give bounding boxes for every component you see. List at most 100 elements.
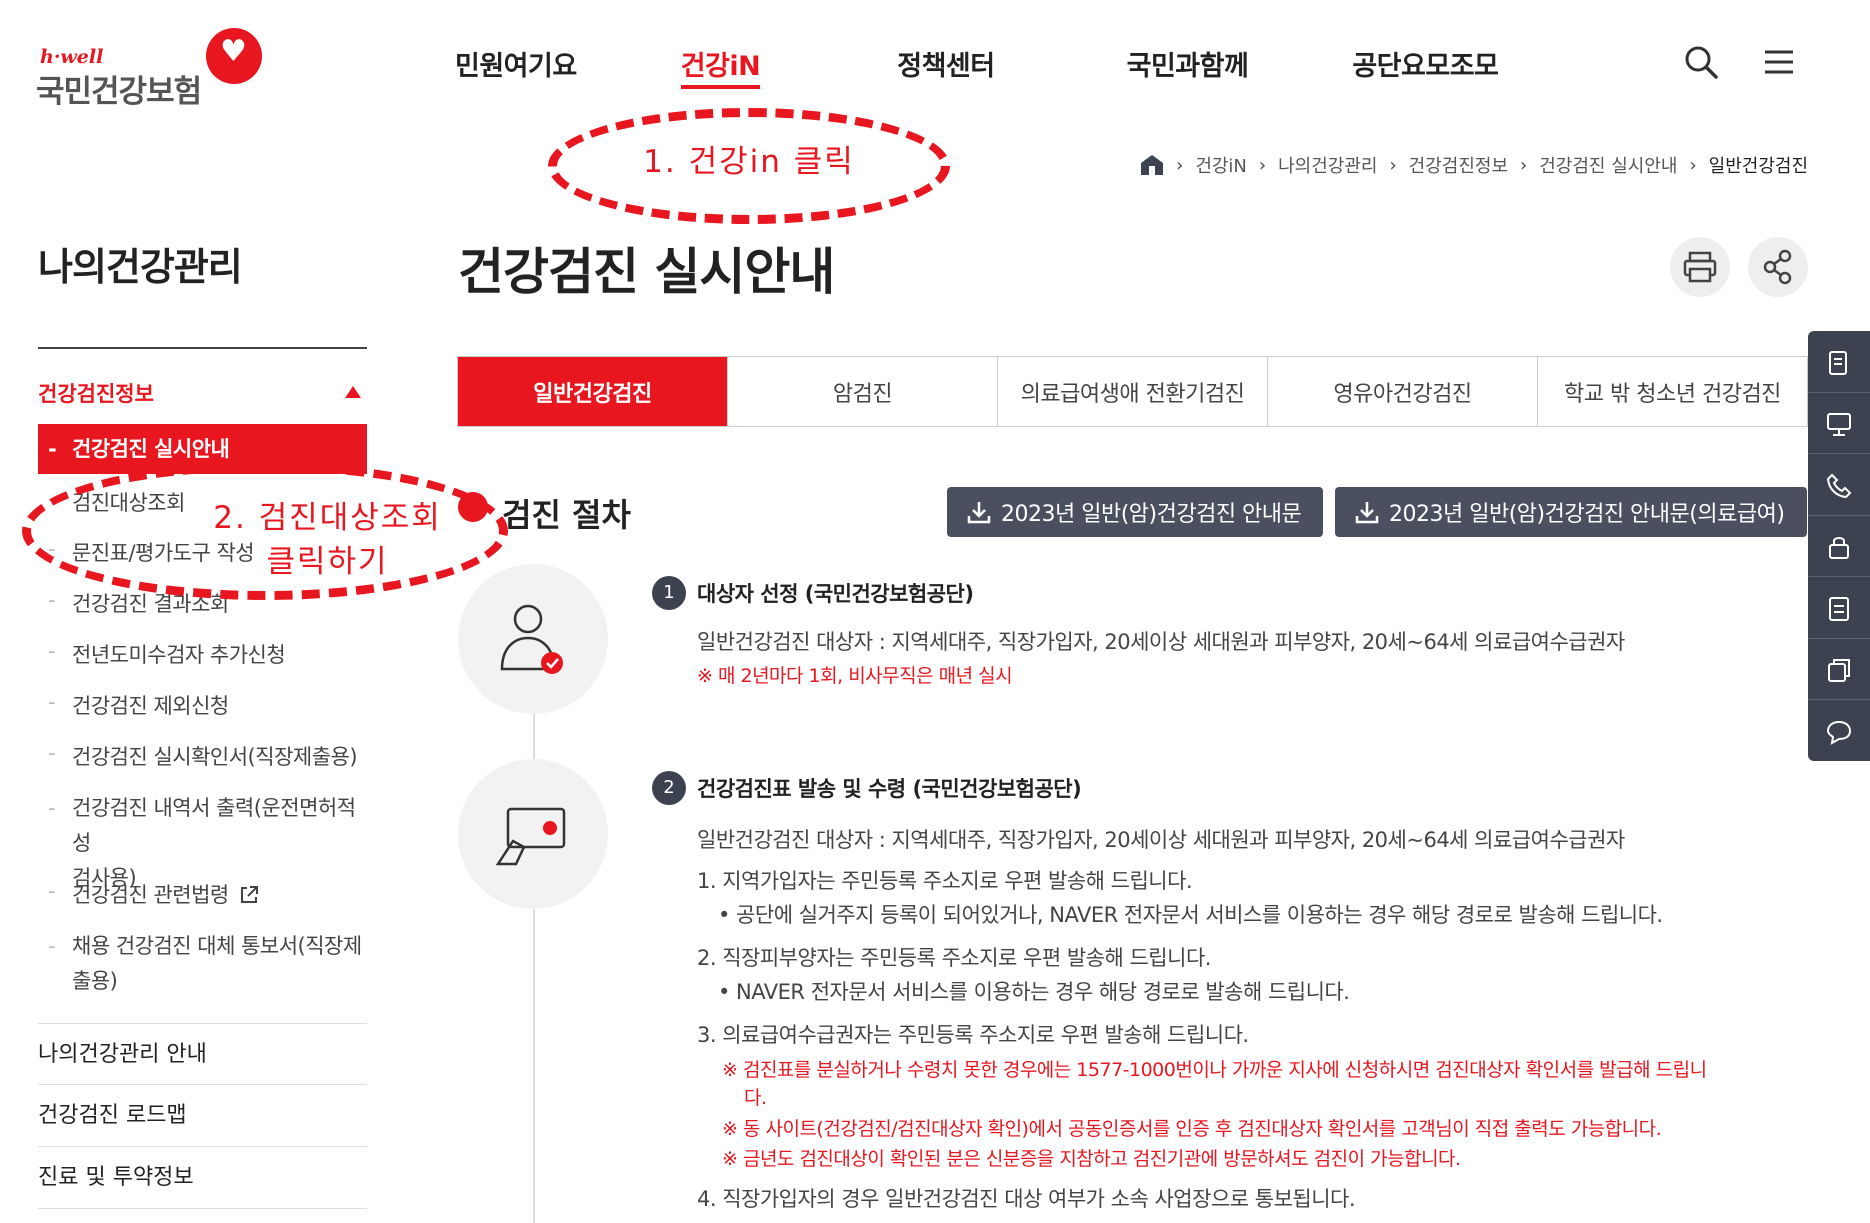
sidebar-menu-health-guide[interactable]: 나의건강관리 안내 <box>38 1023 367 1085</box>
dash-icon: - <box>48 639 56 663</box>
nav-health-in[interactable]: 건강iN <box>680 44 761 89</box>
sidebar-title: 나의건강관리 <box>38 245 243 289</box>
nav-with-people[interactable]: 국민과함께 <box>1127 44 1249 89</box>
chat-icon[interactable] <box>1824 717 1854 747</box>
triangle-up-icon <box>345 386 361 398</box>
step2-heading: 건강검진표 발송 및 수령 (국민건강보험공단) <box>697 777 1082 801</box>
tab-out-of-school-youth[interactable]: 학교 밖 청소년 건강검진 <box>1537 357 1807 426</box>
tab-cancer-checkup[interactable]: 암검진 <box>727 357 997 426</box>
sidebar-item-label: 건강검진 실시안내 <box>72 437 230 461</box>
dash-icon: - <box>48 796 56 820</box>
sidebar-group-label: 건강검진정보 <box>38 382 154 406</box>
dash-icon: - <box>48 741 56 765</box>
copy-icon[interactable] <box>1824 655 1854 685</box>
sidebar-item-exclusion-request[interactable]: - 건강검진 제외신청 <box>38 690 367 720</box>
breadcrumb-item[interactable]: 건강iN <box>1195 152 1247 178</box>
divider <box>1808 576 1870 577</box>
sidebar-item-confirmation[interactable]: - 건강검진 실시확인서(직장제출용) <box>38 741 367 771</box>
form-icon[interactable] <box>1824 594 1854 624</box>
lock-icon[interactable] <box>1824 532 1854 562</box>
step2-note1: ※ 검진표를 분실하거나 수령치 못한 경우에는 1577-1000번이나 가까… <box>722 1059 1707 1081</box>
divider <box>1808 699 1870 700</box>
step-number: 2 <box>652 771 686 805</box>
download-guide-medical-aid-label: 2023년 일반(암)건강검진 안내문(의료급여) <box>1389 502 1785 527</box>
share-icon <box>1763 249 1792 285</box>
section-title-text: 검진 절차 <box>502 496 631 534</box>
home-icon[interactable] <box>1140 154 1164 176</box>
download-icon <box>1355 502 1379 524</box>
document-icon[interactable] <box>1824 348 1854 378</box>
divider <box>1808 515 1870 516</box>
dash-icon: - <box>48 934 56 958</box>
sidebar-menu-treatment-info[interactable]: 진료 및 투약정보 <box>38 1147 367 1209</box>
nav-minwon[interactable]: 민원여기요 <box>455 44 577 89</box>
print-icon <box>1683 251 1717 283</box>
step1-note: ※ 매 2년마다 1회, 비사무직은 매년 실시 <box>697 665 1013 687</box>
sidebar-item-label: 채용 건강검진 대체 통보서(직장제 <box>72 934 362 958</box>
breadcrumb-item[interactable]: 건강검진 실시안내 <box>1539 152 1677 178</box>
step2-item4: 4. 직장가입자의 경우 일반건강검진 대상 여부가 소속 사업장으로 통보됩니… <box>697 1187 1356 1211</box>
person-check-icon <box>500 604 563 674</box>
sidebar-item-related-law[interactable]: - 건강검진 관련법령 <box>38 879 367 909</box>
sidebar-item-label: 건강검진 실시확인서(직장제출용) <box>72 745 358 769</box>
breadcrumb-item[interactable]: 나의건강관리 <box>1278 152 1377 178</box>
step2-illustration <box>458 759 608 909</box>
download-guide-medical-aid-button[interactable]: 2023년 일반(암)건강검진 안내문(의료급여) <box>1335 487 1807 537</box>
step2-note1-cont: 다. <box>744 1087 767 1109</box>
step2-note2: ※ 동 사이트(건강검진/검진대상자 확인)에서 공동인증서를 인증 후 검진대… <box>722 1118 1662 1140</box>
search-icon[interactable] <box>1683 44 1719 80</box>
annotation-text-1: 1. 건강in 클릭 <box>643 144 855 180</box>
quick-menu <box>1808 331 1870 761</box>
divider <box>1808 638 1870 639</box>
annotation-text-2: 2. 검진대상조회 클릭하기 <box>200 496 455 584</box>
download-guide-label: 2023년 일반(암)건강검진 안내문 <box>1001 502 1302 527</box>
sidebar-menu-roadmap[interactable]: 건강검진 로드맵 <box>38 1085 367 1147</box>
tab-general-checkup[interactable]: 일반건강검진 <box>458 357 727 426</box>
phone-icon[interactable] <box>1824 471 1854 501</box>
nav-about[interactable]: 공단요모조모 <box>1352 44 1499 89</box>
divider <box>1808 392 1870 393</box>
checkup-tabs: 일반건강검진 암검진 의료급여생애 전환기검진 영유아건강검진 학교 밖 청소년… <box>457 356 1808 427</box>
chevron-right-icon: › <box>1689 154 1697 176</box>
dash-icon: - <box>48 588 56 612</box>
step2-item3: 3. 의료급여수급권자는 주민등록 주소지로 우편 발송해 드립니다. <box>697 1023 1249 1047</box>
step2-item2: 2. 직장피부양자는 주민등록 주소지로 우편 발송해 드립니다. <box>697 946 1211 970</box>
chevron-right-icon: › <box>1520 154 1528 176</box>
external-link-icon <box>240 886 258 903</box>
divider <box>38 347 367 349</box>
monitor-icon[interactable] <box>1824 409 1854 439</box>
heart-logo-icon <box>206 28 262 84</box>
site-logo[interactable]: h·well 국민건강보험 <box>36 28 262 110</box>
sidebar-item-label: 건강검진 내역서 출력(운전면허적성 <box>72 796 356 855</box>
sidebar-item-label: 건강검진 관련법령 <box>72 883 229 907</box>
annotation-text-2-line1: 2. 검진대상조회 <box>213 500 442 536</box>
step2-item1: 1. 지역가입자는 주민등록 주소지로 우편 발송해 드립니다. <box>697 869 1193 893</box>
annotation-text-2-line2: 클릭하기 <box>266 544 389 580</box>
chevron-right-icon: › <box>1258 154 1267 176</box>
dash-icon: - <box>48 879 56 903</box>
step2-item2-bullet: • NAVER 전자문서 서비스를 이용하는 경우 해당 경로로 발송해 드립니… <box>718 980 1350 1004</box>
sidebar-item-additional-request[interactable]: - 전년도미수검자 추가신청 <box>38 639 367 669</box>
download-guide-button[interactable]: 2023년 일반(암)건강검진 안내문 <box>947 487 1323 537</box>
breadcrumb-current: 일반건강검진 <box>1708 156 1808 177</box>
tab-medical-aid-transition[interactable]: 의료급여생애 전환기검진 <box>997 357 1267 426</box>
sidebar-item-label: 전년도미수검자 추가신청 <box>72 643 286 667</box>
page-title: 건강검진 실시안내 <box>458 243 835 301</box>
sidebar-group-health-checkup[interactable]: 건강검진정보 <box>38 378 367 408</box>
logo-tag: h·well <box>40 46 104 68</box>
step2-item1-bullet: • 공단에 실거주지 등록이 되어있거나, NAVER 전자문서 서비스를 이용… <box>718 903 1663 927</box>
dash-icon: - <box>48 690 56 714</box>
sidebar-item-employment-report[interactable]: - 채용 건강검진 대체 통보서(직장제 출용) <box>38 929 367 999</box>
tab-infant-checkup[interactable]: 영유아건강검진 <box>1267 357 1537 426</box>
nav-policy-center[interactable]: 정책센터 <box>897 44 995 89</box>
print-button[interactable] <box>1670 237 1730 297</box>
divider <box>1808 453 1870 454</box>
download-icon <box>967 502 991 524</box>
breadcrumb-item[interactable]: 건강검진정보 <box>1409 152 1508 178</box>
menu-icon[interactable] <box>1761 44 1797 80</box>
sidebar-item-label-cont: 출용) <box>72 969 118 993</box>
main-nav: 민원여기요 건강iN 정책센터 국민과함께 공단요모조모 <box>455 44 1499 89</box>
step2-target-text: 일반건강검진 대상자 : 지역세대주, 직장가입자, 20세이상 세대원과 피부… <box>697 828 1625 852</box>
card-hand-icon <box>495 807 566 866</box>
share-button[interactable] <box>1748 237 1808 297</box>
